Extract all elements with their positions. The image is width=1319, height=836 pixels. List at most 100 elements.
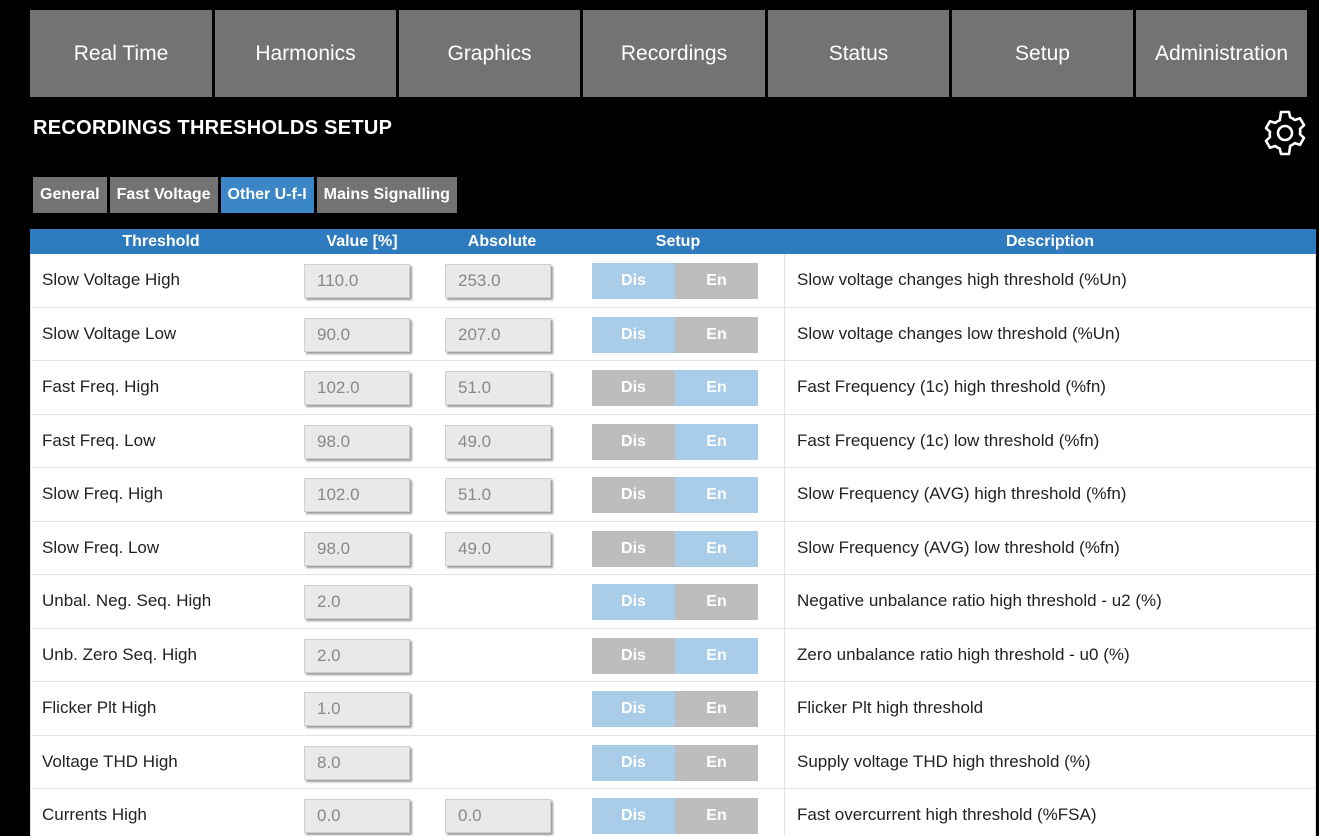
page-title: RECORDINGS THRESHOLDS SETUP: [33, 117, 393, 139]
disable-button[interactable]: Dis: [592, 423, 675, 460]
enable-button[interactable]: En: [675, 584, 758, 620]
disable-button[interactable]: Dis: [592, 637, 675, 674]
threshold-name: Slow Voltage High: [42, 270, 180, 290]
enable-button[interactable]: En: [675, 370, 758, 406]
table-row: Unb. Zero Seq. High 2.0 Dis En Zero unbal…: [30, 629, 1316, 682]
table-row: Slow Voltage Low 90.0 207.0 Dis En Slow vo…: [30, 308, 1316, 361]
nav-real-time[interactable]: Real Time: [30, 10, 215, 97]
value-input[interactable]: 2.0: [304, 585, 410, 619]
header-description: Description: [1005, 232, 1094, 250]
disable-button[interactable]: Dis: [592, 744, 675, 781]
threshold-description: Fast Frequency (1c) low threshold (%fn): [797, 430, 1100, 450]
disable-button[interactable]: Dis: [592, 370, 675, 406]
threshold-description: Slow Frequency (AVG) high threshold (%fn…: [797, 484, 1127, 504]
subtab-general[interactable]: General: [33, 177, 107, 213]
enable-button[interactable]: En: [675, 477, 758, 513]
subtab-bar: General Fast Voltage Other U-f-I Mains S…: [33, 177, 460, 213]
enable-toggle[interactable]: Dis En: [592, 423, 758, 460]
disable-button[interactable]: Dis: [592, 798, 675, 834]
header-setup: Setup: [655, 232, 701, 250]
enable-toggle[interactable]: Dis En: [592, 744, 758, 781]
subtab-fast-voltage[interactable]: Fast Voltage: [109, 177, 218, 213]
disable-button[interactable]: Dis: [592, 316, 675, 353]
absolute-input[interactable]: 49.0: [445, 531, 551, 566]
threshold-description: Fast Frequency (1c) high threshold (%fn): [797, 377, 1106, 397]
threshold-name: Fast Freq. Low: [42, 430, 156, 450]
threshold-description: Flicker Plt high threshold: [797, 698, 984, 718]
enable-button[interactable]: En: [675, 798, 758, 834]
enable-toggle[interactable]: Dis En: [592, 477, 758, 513]
threshold-description: Supply voltage THD high threshold (%): [797, 751, 1091, 771]
header-value: Value [%]: [326, 232, 398, 250]
nav-graphics[interactable]: Graphics: [399, 10, 583, 97]
threshold-description: Negative unbalance ratio high threshold …: [797, 591, 1162, 611]
absolute-input[interactable]: 253.0: [445, 264, 551, 298]
disable-button[interactable]: Dis: [592, 477, 675, 513]
threshold-name: Slow Freq. Low: [42, 537, 160, 557]
table-row: Slow Freq. Low 98.0 49.0 Dis En Slow Frequ…: [30, 522, 1316, 575]
value-input[interactable]: 98.0: [304, 531, 410, 566]
nav-harmonics[interactable]: Harmonics: [215, 10, 399, 97]
enable-toggle[interactable]: Dis En: [592, 798, 758, 834]
table-row: Slow Voltage High 110.0 253.0 Dis En Slow …: [30, 254, 1316, 308]
column-divider: [30, 254, 31, 836]
threshold-description: Slow Frequency (AVG) low threshold (%fn): [797, 537, 1120, 557]
enable-button[interactable]: En: [675, 744, 758, 781]
disable-button[interactable]: Dis: [592, 263, 675, 299]
enable-toggle[interactable]: Dis En: [592, 691, 758, 727]
thresholds-table: Threshold Value [%] Absolute Setup Descr…: [30, 229, 1316, 836]
enable-toggle[interactable]: Dis En: [592, 637, 758, 674]
table-row: Fast Freq. Low 98.0 49.0 Dis En Fast Frequ…: [30, 415, 1316, 468]
gear-icon[interactable]: [1260, 108, 1310, 158]
absolute-input[interactable]: 0.0: [445, 799, 551, 833]
value-input[interactable]: 102.0: [304, 478, 410, 512]
value-input[interactable]: 8.0: [304, 745, 410, 780]
disable-button[interactable]: Dis: [592, 584, 675, 620]
enable-toggle[interactable]: Dis En: [592, 530, 758, 567]
enable-button[interactable]: En: [675, 637, 758, 674]
enable-toggle[interactable]: Dis En: [592, 370, 758, 406]
enable-toggle[interactable]: Dis En: [592, 584, 758, 620]
enable-toggle[interactable]: Dis En: [592, 316, 758, 353]
enable-button[interactable]: En: [675, 316, 758, 353]
threshold-name: Slow Freq. High: [42, 484, 163, 504]
disable-button[interactable]: Dis: [592, 691, 675, 727]
enable-button[interactable]: En: [675, 691, 758, 727]
value-input[interactable]: 2.0: [304, 638, 410, 673]
threshold-description: Zero unbalance ratio high threshold - u0…: [797, 644, 1130, 664]
absolute-input[interactable]: 51.0: [445, 478, 551, 512]
subtab-other-u-f-i[interactable]: Other U-f-I: [220, 177, 314, 213]
threshold-name: Flicker Plt High: [42, 698, 157, 718]
threshold-name: Slow Voltage Low: [42, 323, 177, 343]
top-nav: Real Time Harmonics Graphics Recordings …: [30, 10, 1307, 97]
absolute-input[interactable]: 49.0: [445, 424, 551, 459]
nav-recordings[interactable]: Recordings: [583, 10, 768, 97]
disable-button[interactable]: Dis: [592, 530, 675, 567]
value-input[interactable]: 98.0: [304, 424, 410, 459]
enable-toggle[interactable]: Dis En: [592, 263, 758, 299]
absolute-input[interactable]: 51.0: [445, 371, 551, 405]
threshold-description: Slow voltage changes high threshold (%Un…: [797, 270, 1127, 290]
threshold-description: Fast overcurrent high threshold (%FSA): [797, 805, 1097, 825]
table-row: Fast Freq. High 102.0 51.0 Dis En Fast Fre…: [30, 361, 1316, 415]
column-divider: [784, 254, 785, 836]
enable-button[interactable]: En: [675, 530, 758, 567]
value-input[interactable]: 90.0: [304, 317, 410, 352]
table-row: Flicker Plt High 1.0 Dis En Flicker Plt h…: [30, 682, 1316, 736]
value-input[interactable]: 0.0: [304, 799, 410, 833]
subtab-mains-signalling[interactable]: Mains Signalling: [316, 177, 457, 213]
value-input[interactable]: 1.0: [304, 692, 410, 726]
enable-button[interactable]: En: [675, 423, 758, 460]
threshold-description: Slow voltage changes low threshold (%Un): [797, 323, 1121, 343]
value-input[interactable]: 102.0: [304, 371, 410, 405]
threshold-name: Currents High: [42, 805, 147, 825]
table-header: Threshold Value [%] Absolute Setup Descr…: [30, 229, 1316, 254]
threshold-name: Voltage THD High: [42, 751, 178, 771]
absolute-input[interactable]: 207.0: [445, 317, 551, 352]
nav-status[interactable]: Status: [768, 10, 952, 97]
table-body: Slow Voltage High 110.0 253.0 Dis En Slow …: [30, 254, 1316, 836]
nav-setup[interactable]: Setup: [952, 10, 1136, 97]
enable-button[interactable]: En: [675, 263, 758, 299]
value-input[interactable]: 110.0: [304, 264, 410, 298]
nav-administration[interactable]: Administration: [1136, 10, 1307, 97]
